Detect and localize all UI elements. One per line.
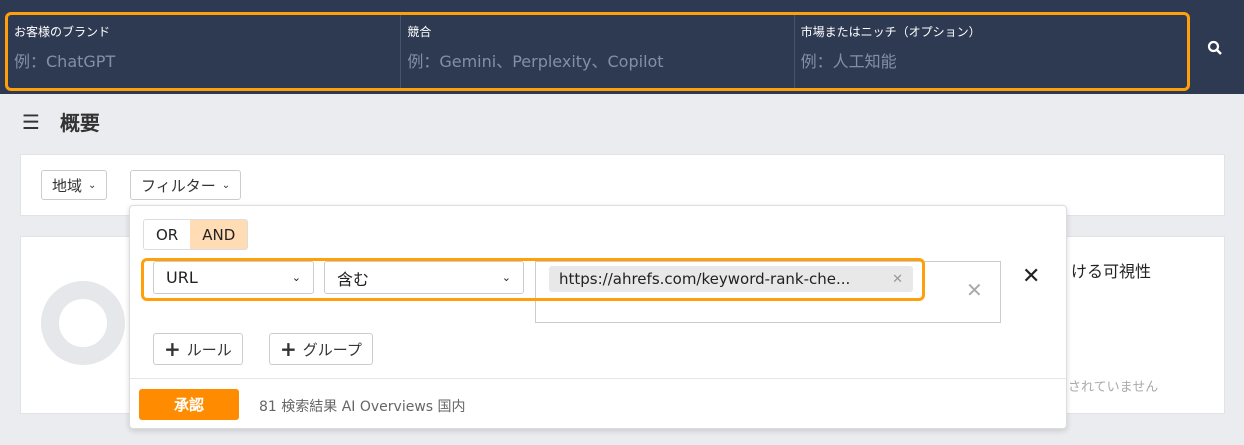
add-group-button[interactable]: + グループ [269,333,373,365]
brand-search-form: お客様のブランド 競合 市場またはニッチ（オプション） [5,12,1190,91]
filter-label: フィルター [141,176,216,195]
chevron-down-icon: ⌄ [88,179,97,191]
logic-toggle: OR AND [143,219,249,250]
operator-select-value: 含む [337,269,370,289]
search-icon [1207,40,1222,55]
market-label: 市場またはニッチ（オプション） [800,25,981,39]
plus-icon: + [280,337,297,361]
market-input[interactable] [800,52,1181,71]
donut-chart [41,281,125,365]
chevron-down-icon: ⌄ [221,179,231,191]
chevron-down-icon: ⌄ [501,271,511,284]
field-select-value: URL [166,268,198,287]
brand-field[interactable]: お客様のブランド [8,15,402,88]
logic-and[interactable]: AND [190,220,248,249]
region-label: 地域 [52,176,83,195]
add-rule-label: ルール [186,340,232,359]
region-dropdown[interactable]: 地域 ⌄ [41,170,108,200]
operator-select[interactable]: 含む ⌄ [324,261,524,294]
remove-rule-icon[interactable]: ✕ [1022,264,1040,289]
competitor-label: 競合 [407,25,432,39]
chevron-down-icon: ⌄ [291,271,301,284]
add-rule-button[interactable]: + ルール [153,333,243,365]
filter-popover: OR AND https://ahrefs.com/keyword-rank-c… [129,205,1067,429]
page-header: ☰ 概要 [22,107,100,136]
brand-label: お客様のブランド [14,25,111,39]
field-select[interactable]: URL ⌄ [153,261,314,294]
apply-button[interactable]: 承認 [139,389,239,420]
result-summary: 81 検索結果 AI Overviews 国内 [259,399,466,415]
plus-icon: + [164,337,181,361]
competitor-input[interactable] [407,52,788,71]
visibility-heading: ける可視性 [1071,262,1152,281]
divider [130,378,1066,379]
page-title: 概要 [59,111,100,135]
clear-value-icon[interactable]: ✕ [966,278,983,302]
search-button[interactable] [1196,28,1234,68]
competitor-field[interactable]: 競合 [401,15,795,88]
logic-or[interactable]: OR [144,220,191,249]
brand-input[interactable] [14,52,395,71]
market-field[interactable]: 市場またはニッチ（オプション） [795,15,1187,88]
status-text: されていません [1068,380,1159,395]
filter-dropdown[interactable]: フィルター ⌄ [130,170,242,200]
add-group-label: グループ [302,340,362,359]
menu-icon[interactable]: ☰ [22,110,40,134]
